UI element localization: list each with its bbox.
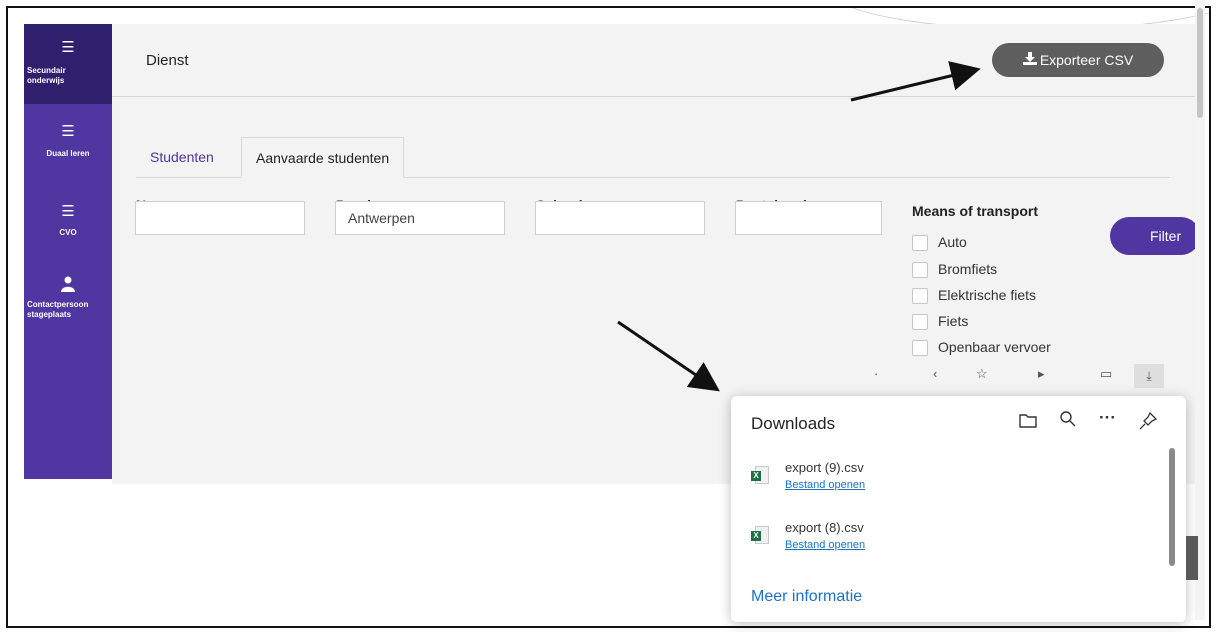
annotation-arrows	[617, 61, 981, 392]
arrow-to-export-button	[850, 61, 981, 102]
arrow-to-downloads	[617, 320, 720, 392]
